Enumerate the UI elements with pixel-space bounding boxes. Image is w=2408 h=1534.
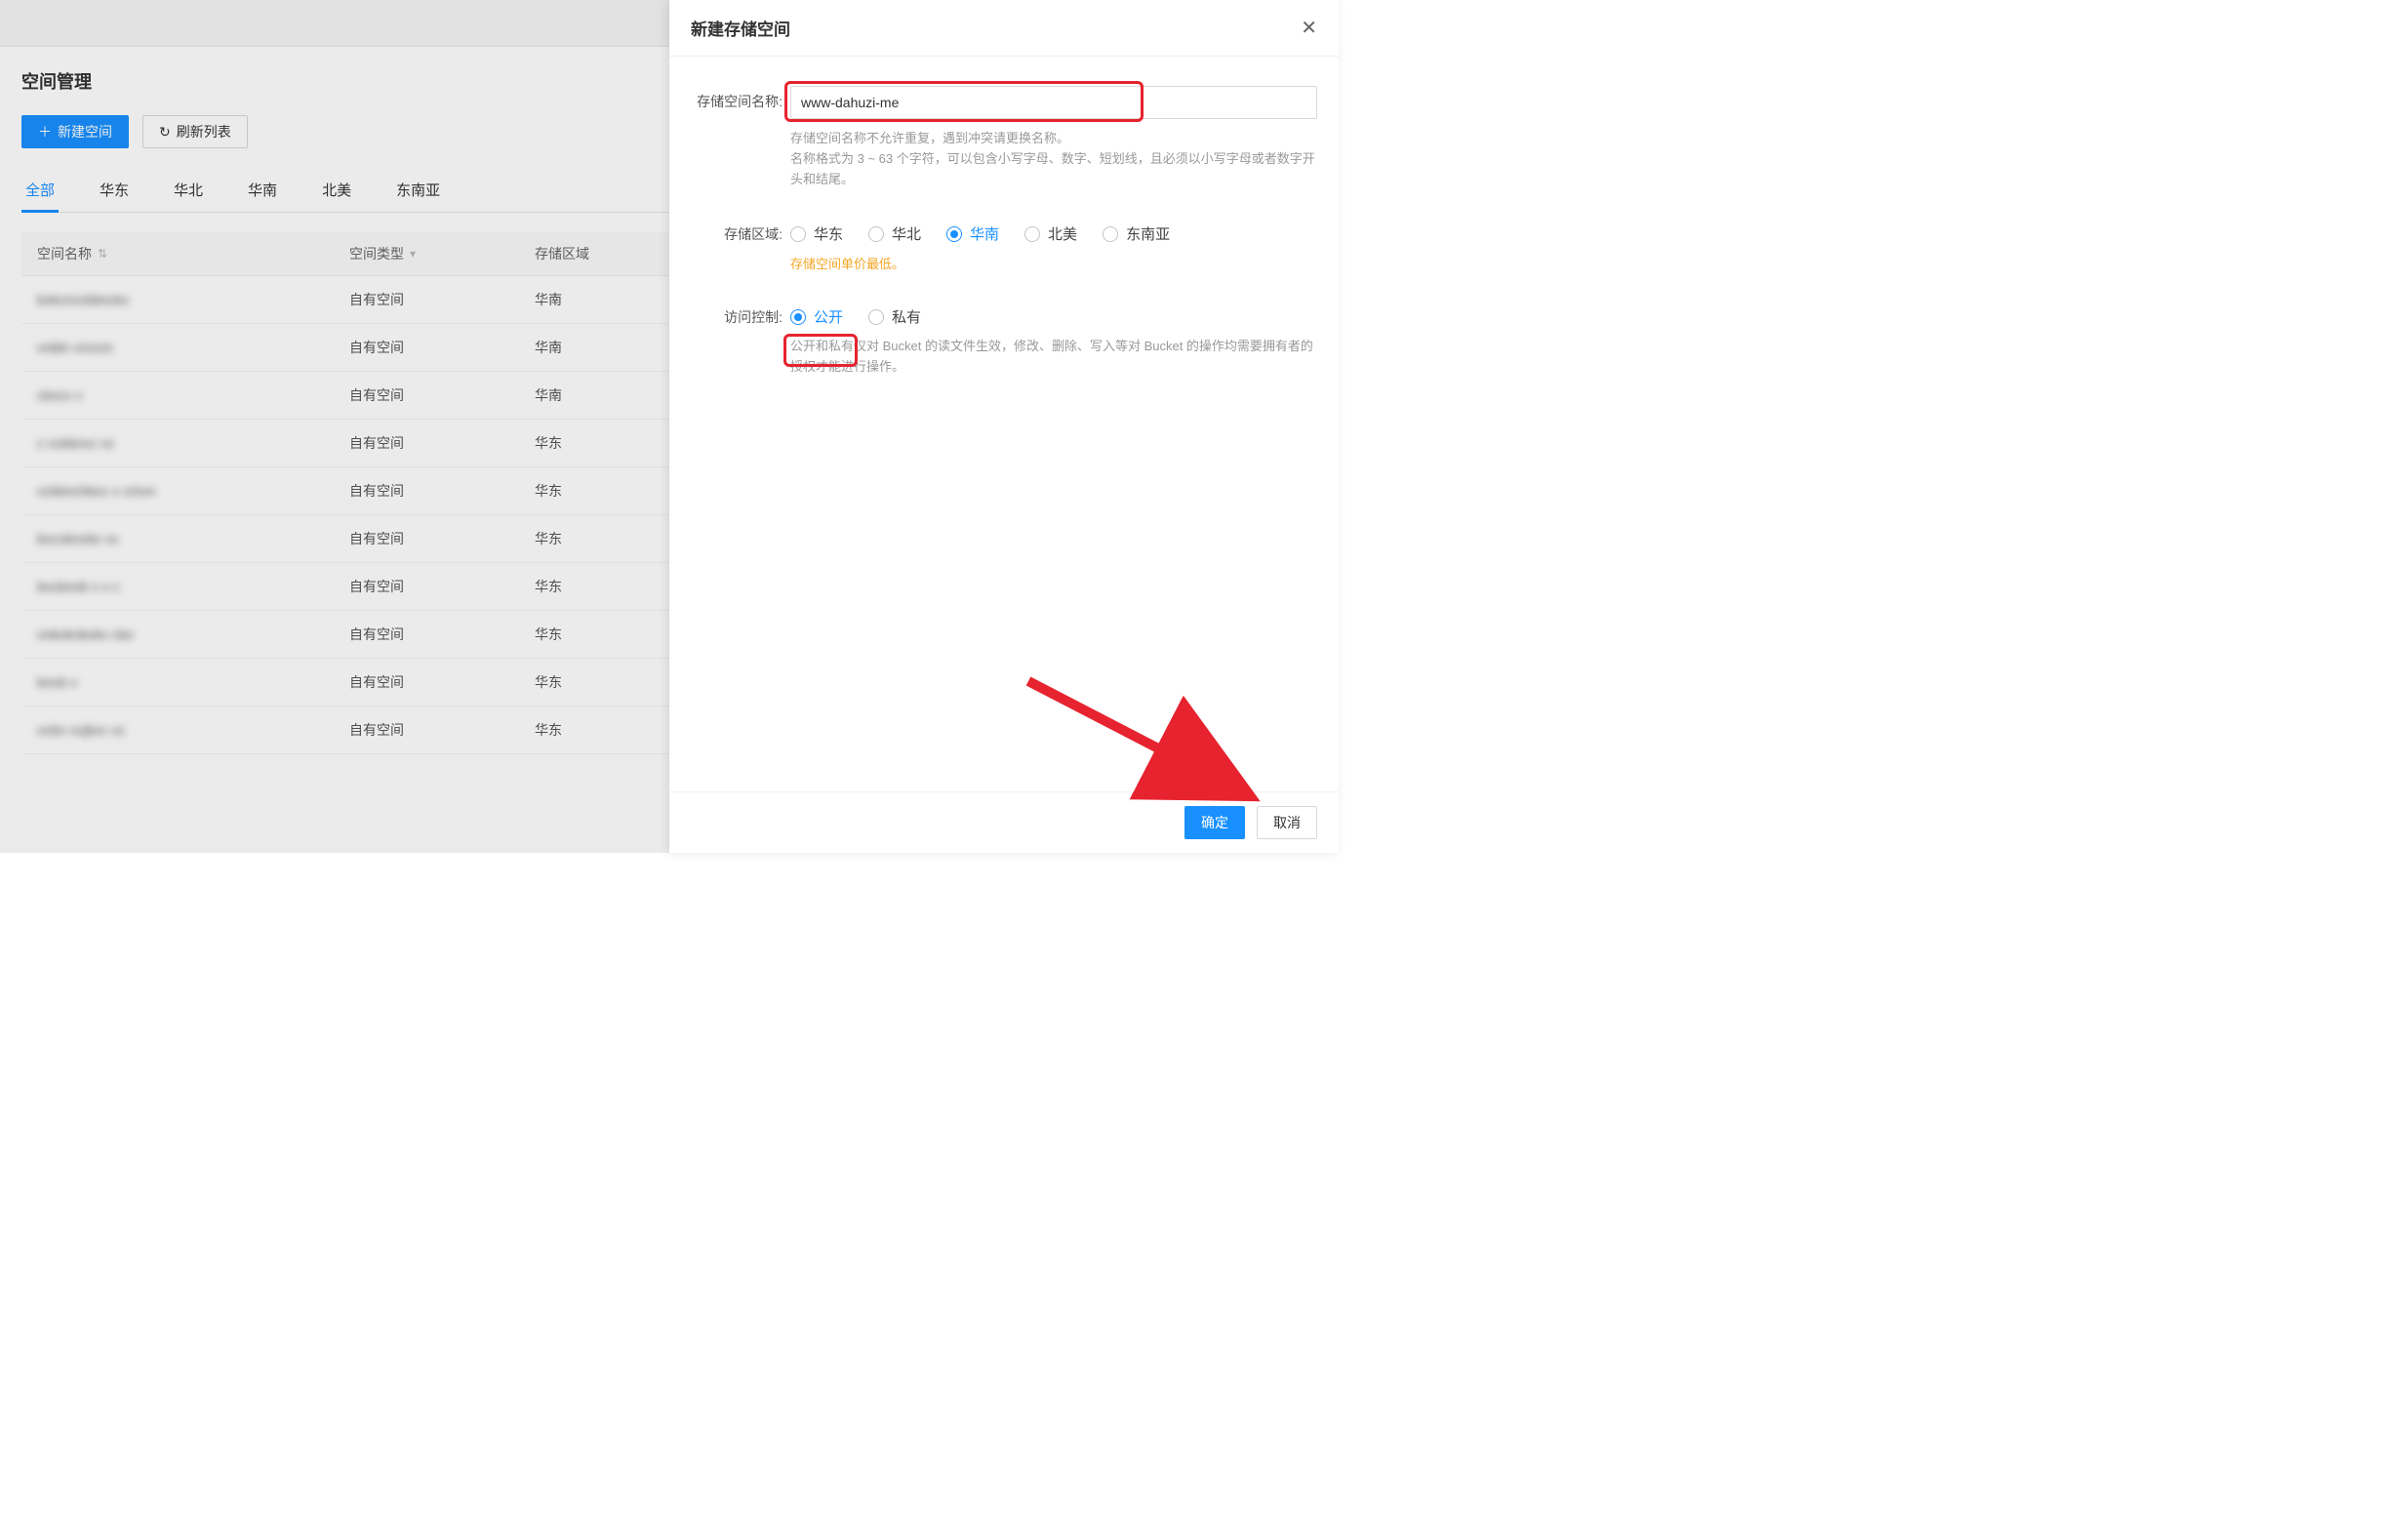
access-radio-label: 私有 [892,306,921,327]
create-drawer: 新建存储空间 ✕ 存储空间名称: 存储空间名称不允许重复，遇到冲突请更换名称。 … [669,0,1339,853]
region-hint: 存储空间单价最低。 [790,254,1317,272]
close-icon[interactable]: ✕ [1301,19,1317,38]
radio-dot-icon [946,226,962,242]
region-radio-label: 华南 [970,223,999,244]
region-radio-hd[interactable]: 华东 [790,223,843,244]
region-row: 存储区域: 华东 华北 华南 北美 东南亚 存储空间单价最低。 [691,219,1317,272]
region-radio-na[interactable]: 北美 [1024,223,1077,244]
drawer-title: 新建存储空间 [691,16,790,40]
region-label: 存储区域: [691,219,790,244]
cancel-label: 取消 [1273,813,1301,832]
drawer-header: 新建存储空间 ✕ [669,0,1339,57]
drawer-footer: 确定 取消 [669,791,1339,853]
radio-dot-icon [790,309,806,325]
name-label: 存储空间名称: [691,86,790,111]
confirm-button[interactable]: 确定 [1184,806,1245,839]
radio-dot-icon [790,226,806,242]
access-radio-private[interactable]: 私有 [868,306,921,327]
space-name-input[interactable] [790,86,1317,119]
region-radio-group: 华东 华北 华南 北美 东南亚 [790,219,1317,244]
access-radio-label: 公开 [814,306,843,327]
region-radio-label: 北美 [1048,223,1077,244]
region-radio-hb[interactable]: 华北 [868,223,921,244]
radio-dot-icon [868,309,884,325]
drawer-body: 存储空间名称: 存储空间名称不允许重复，遇到冲突请更换名称。 名称格式为 3 ~… [669,57,1339,791]
radio-dot-icon [1024,226,1040,242]
region-radio-label: 华北 [892,223,921,244]
access-hint: 公开和私有仅对 Bucket 的读文件生效，修改、删除、写入等对 Bucket … [790,337,1317,378]
region-radio-label: 东南亚 [1126,223,1170,244]
access-radio-group: 公开 私有 [790,302,1317,327]
cancel-button[interactable]: 取消 [1257,806,1317,839]
name-row: 存储空间名称: 存储空间名称不允许重复，遇到冲突请更换名称。 名称格式为 3 ~… [691,86,1317,189]
region-radio-sea[interactable]: 东南亚 [1103,223,1170,244]
access-radio-public[interactable]: 公开 [790,306,843,327]
name-hint: 存储空间名称不允许重复，遇到冲突请更换名称。 名称格式为 3 ~ 63 个字符，… [790,129,1317,189]
confirm-label: 确定 [1201,813,1228,832]
access-row: 访问控制: 公开 私有 公开和私有仅对 Bucket 的读文件生效，修改、删除、写… [691,302,1317,378]
radio-dot-icon [868,226,884,242]
region-radio-hn[interactable]: 华南 [946,223,999,244]
access-label: 访问控制: [691,302,790,327]
region-radio-label: 华东 [814,223,843,244]
radio-dot-icon [1103,226,1118,242]
